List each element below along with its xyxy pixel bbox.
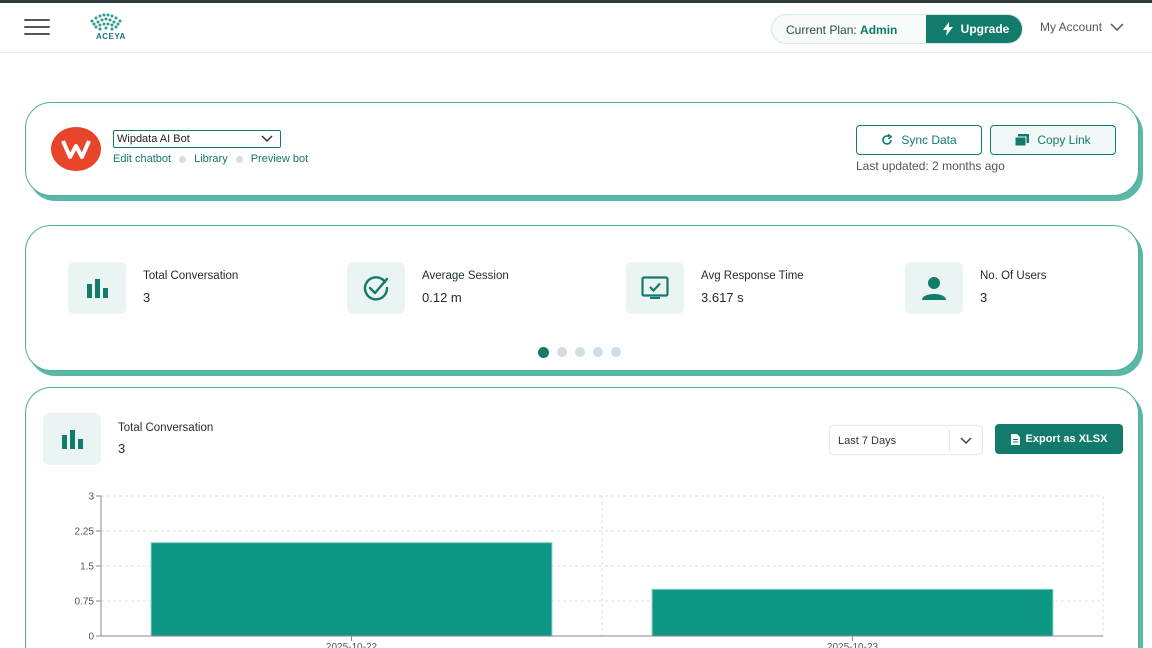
lightning-icon <box>942 22 953 36</box>
bar-chart-icon <box>68 262 126 314</box>
chevron-down-icon <box>261 135 273 143</box>
stat-label: No. Of Users <box>980 270 1047 282</box>
x-tick-label: 2025-10-22 <box>326 642 378 648</box>
x-tick-label: 2025-10-23 <box>827 642 879 648</box>
y-tick-label: 0 <box>88 632 94 643</box>
sync-data-button[interactable]: Sync Data <box>856 125 982 155</box>
carousel-dot[interactable] <box>538 346 549 358</box>
y-tick-label: 2.25 <box>75 527 95 538</box>
preview-bot-link[interactable]: Preview bot <box>251 153 308 165</box>
menu-icon[interactable] <box>24 19 50 35</box>
bot-links: Edit chatbot Library Preview bot <box>113 153 308 165</box>
plan-pill: Current Plan: Admin Upgrade <box>771 14 1023 44</box>
last-updated-text: Last updated: 2 months ago <box>856 159 1005 173</box>
y-tick-label: 3 <box>88 492 94 503</box>
stats-card: Total Conversation 3 Average Session 0.1… <box>25 225 1139 371</box>
stat-label: Average Session <box>422 270 509 282</box>
conversation-chart-card: Total Conversation 3 Last 7 Days Export … <box>25 387 1139 648</box>
wipdata-logo-icon <box>61 140 91 159</box>
carousel-dot[interactable] <box>611 347 621 357</box>
copy-link-button[interactable]: Copy Link <box>990 125 1116 155</box>
separator-dot <box>235 155 243 163</box>
stat-label: Total Conversation <box>143 270 239 282</box>
refresh-icon <box>882 134 893 145</box>
monitor-check-icon <box>626 262 684 314</box>
library-link[interactable]: Library <box>194 153 228 165</box>
bot-select[interactable]: Wipdata AI Bot <box>113 130 281 148</box>
bar <box>651 588 1054 637</box>
separator-dot <box>179 155 187 163</box>
bar-chart: 0 0.75 1.5 2.25 3 2025-10-22 2025-10-23 <box>75 492 1104 648</box>
y-tick-label: 0.75 <box>75 597 95 608</box>
user-icon <box>905 262 963 314</box>
upgrade-button[interactable]: Upgrade <box>926 15 1022 43</box>
top-header: ACEYA Current Plan: Admin Upgrade My Acc… <box>0 3 1152 53</box>
stat-value: 3.617 s <box>701 290 744 305</box>
check-badge-icon <box>347 262 405 314</box>
bot-avatar <box>51 127 101 171</box>
stat-value: 3 <box>980 290 988 305</box>
bot-card: Wipdata AI Bot Edit chatbot Library Prev… <box>25 102 1139 196</box>
stat-value: 0.12 m <box>422 290 462 305</box>
bar <box>150 542 553 637</box>
copy-icon <box>1015 134 1030 146</box>
current-plan: Current Plan: Admin <box>786 23 898 37</box>
stat-label: Avg Response Time <box>701 270 804 282</box>
chevron-down-icon <box>1110 23 1124 32</box>
y-tick-label: 1.5 <box>80 562 94 573</box>
my-account-menu[interactable]: My Account <box>1040 20 1124 34</box>
carousel-dots <box>538 346 621 358</box>
carousel-dot[interactable] <box>575 347 585 357</box>
carousel-dot[interactable] <box>593 347 603 357</box>
carousel-dot[interactable] <box>557 347 567 357</box>
stat-value: 3 <box>143 290 151 305</box>
edit-chatbot-link[interactable]: Edit chatbot <box>113 153 171 165</box>
logo-text: ACEYA <box>96 32 126 41</box>
